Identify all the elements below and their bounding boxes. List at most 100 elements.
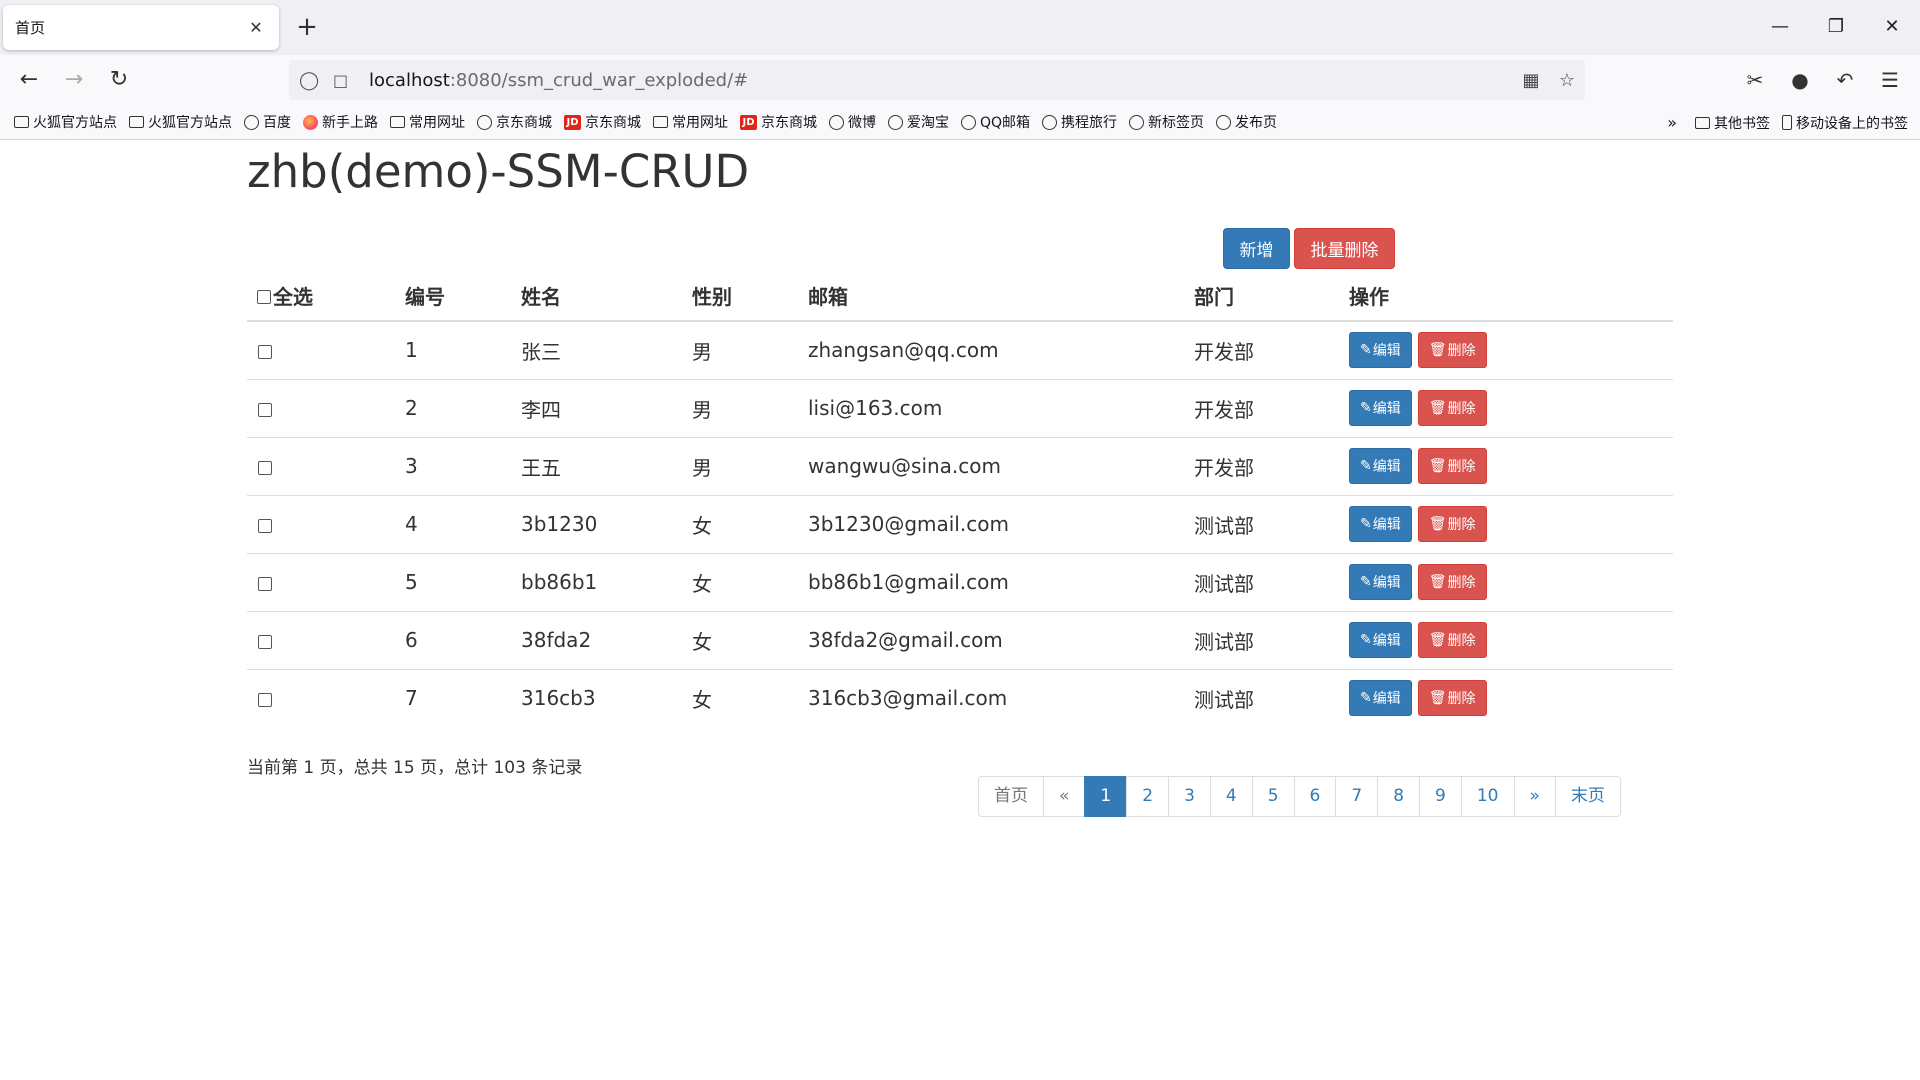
bookmark-item[interactable]: 火狐官方站点 [14,112,117,132]
pagination-prev[interactable]: « [1043,776,1086,817]
delete-button[interactable]: 🗑 删除 [1417,506,1487,542]
row-checkbox[interactable] [258,692,272,707]
delete-button[interactable]: 🗑 删除 [1417,564,1487,600]
bookmark-item[interactable]: 百度 [244,112,291,132]
edit-button[interactable]: ✎ 编辑 [1349,506,1412,542]
qr-code-icon[interactable]: ▦ [1513,70,1549,91]
pagination-next[interactable]: » [1513,776,1556,817]
pagination-page[interactable]: 1 [1084,776,1128,817]
table-body: 1 张三男 zhangsan@qq.com 开发部 ✎ 编辑 🗑 删除 2 李四男 lisi@163… [247,321,1673,727]
cell-email: bb86b1@gmail.com [808,553,1194,612]
select-all-checkbox[interactable] [257,289,271,304]
cell-gender: 女 [692,553,808,612]
row-checkbox[interactable] [258,344,272,359]
navigation-bar: ← → ↻ ◯ □ localhost:8080/ssm_crud_war_ex… [0,55,1920,105]
row-checkbox[interactable] [258,518,272,533]
pagination-last[interactable]: 末页 [1554,776,1621,817]
bookmark-label: QQ邮箱 [980,115,1031,131]
cell-name: 38fda2 [521,611,692,670]
trash-icon: 🗑 [1428,342,1447,359]
pagination-first[interactable]: 首页 [978,776,1044,817]
more-bookmarks-icon[interactable]: » [1667,113,1677,132]
edit-button[interactable]: ✎ 编辑 [1349,332,1412,369]
table-row: 7 316cb3 女 316cb3@gmail.com 测试部 ✎ 编辑 🗑 删除 [247,669,1673,727]
pagination-page[interactable]: 9 [1419,776,1462,817]
delete-button[interactable]: 🗑 删除 [1417,622,1487,658]
bookmark-item[interactable]: JD 京东商城 [740,112,817,132]
row-checkbox[interactable] [258,576,272,591]
delete-label: 删除 [1447,633,1476,649]
bookmark-item[interactable]: 常用网址 [653,112,728,132]
edit-button[interactable]: ✎ 编辑 [1349,564,1412,600]
browser-tab[interactable]: 首页 ✕ [3,5,279,50]
row-checkbox[interactable] [258,634,272,649]
bookmark-item[interactable]: QQ邮箱 [961,112,1030,132]
address-bar[interactable]: ◯ □ localhost:8080/ssm_crud_war_exploded… [289,60,1585,100]
pagination-page[interactable]: 6 [1293,776,1337,817]
cell-email: 38fda2@gmail.com [808,611,1194,670]
menu-icon[interactable]: ☰ [1870,63,1910,97]
close-tab-icon[interactable]: ✕ [245,18,267,37]
cell-id: 2 [405,379,521,438]
window-close-icon[interactable]: ✕ [1864,10,1920,44]
tracking-shield-icon[interactable]: ◯ [299,70,329,91]
pagination-page[interactable]: 10 [1460,776,1515,817]
back-arrow-icon[interactable]: ← [12,63,46,97]
trash-icon: 🗑 [1428,400,1447,416]
pagination-page[interactable]: 3 [1168,776,1211,817]
bookmark-item[interactable]: 发布页 [1216,112,1277,132]
delete-button[interactable]: 🗑 删除 [1417,448,1487,484]
batch-delete-button[interactable]: 批量删除 [1294,228,1395,269]
bookmark-item[interactable]: 京东商城 [477,112,552,132]
pagination-page[interactable]: 5 [1251,776,1295,817]
bookmark-item[interactable]: 爱淘宝 [888,112,949,132]
reload-icon[interactable]: ↻ [102,63,136,97]
edit-button[interactable]: ✎ 编辑 [1349,390,1412,426]
chat-icon[interactable]: ● [1780,63,1820,97]
bookmark-item[interactable]: 火狐官方站点 [129,112,232,132]
delete-button[interactable]: 🗑 删除 [1417,680,1487,717]
table-row: 1 张三男 zhangsan@qq.com 开发部 ✎ 编辑 🗑 删除 [247,321,1673,380]
bookmark-item[interactable]: 携程旅行 [1042,112,1117,132]
mobile-bookmarks[interactable]: 移动设备上的书签 [1782,113,1908,133]
edit-button[interactable]: ✎ 编辑 [1349,622,1412,658]
url-text[interactable]: localhost:8080/ssm_crud_war_exploded/# [369,70,1513,91]
minimize-icon[interactable]: — [1752,10,1808,44]
jd-logo-icon: JD [740,114,757,130]
edit-label: 编辑 [1372,459,1401,475]
table-row: 3 王五男 wangwu@sina.com 开发部 ✎ 编辑 🗑 删除 [247,437,1673,496]
bookmark-item[interactable]: JD 京东商城 [564,112,641,132]
bookmark-label: 百度 [263,115,291,131]
delete-label: 删除 [1447,575,1476,591]
edit-button[interactable]: ✎ 编辑 [1349,448,1412,484]
pagination-page[interactable]: 7 [1335,776,1379,817]
edit-button[interactable]: ✎ 编辑 [1349,680,1412,717]
delete-button[interactable]: 🗑 删除 [1417,390,1487,426]
bookmark-item[interactable]: 常用网址 [390,112,465,132]
bookmark-item[interactable]: 微博 [829,112,876,132]
restore-icon[interactable]: ❐ [1808,10,1864,44]
url-path: :8080/ssm_crud_war_exploded/# [449,69,749,91]
page-info-icon[interactable]: □ [333,71,363,90]
screenshot-icon[interactable]: ✂ [1735,63,1775,97]
delete-button[interactable]: 🗑 删除 [1417,332,1487,369]
row-checkbox[interactable] [258,402,272,417]
bookmark-item[interactable]: 新手上路 [303,112,378,132]
pagination-page[interactable]: 8 [1377,776,1421,817]
pagination-page[interactable]: 4 [1209,776,1253,817]
globe-icon [1129,114,1145,130]
add-button[interactable]: 新增 [1223,228,1290,269]
new-tab-button[interactable]: + [292,12,322,42]
row-checkbox[interactable] [258,460,272,475]
cell-dept: 测试部 [1194,495,1349,554]
bookmark-item[interactable]: 新标签页 [1129,112,1204,132]
bookmarks-list: 火狐官方站点 火狐官方站点 百度 新手上路 常用网址 京东商城 JD 京东商城 常用网址 JD 京东… [14,112,1289,132]
undo-icon[interactable]: ↶ [1825,63,1865,97]
pagination-page[interactable]: 2 [1126,776,1170,817]
cell-actions: ✎ 编辑 🗑 删除 [1349,437,1673,496]
bookmark-star-icon[interactable]: ☆ [1549,70,1585,91]
other-bookmarks[interactable]: 其他书签 [1695,113,1770,133]
cell-email: 316cb3@gmail.com [808,686,1008,711]
globe-icon [961,114,976,130]
forward-arrow-icon[interactable]: → [57,63,91,97]
